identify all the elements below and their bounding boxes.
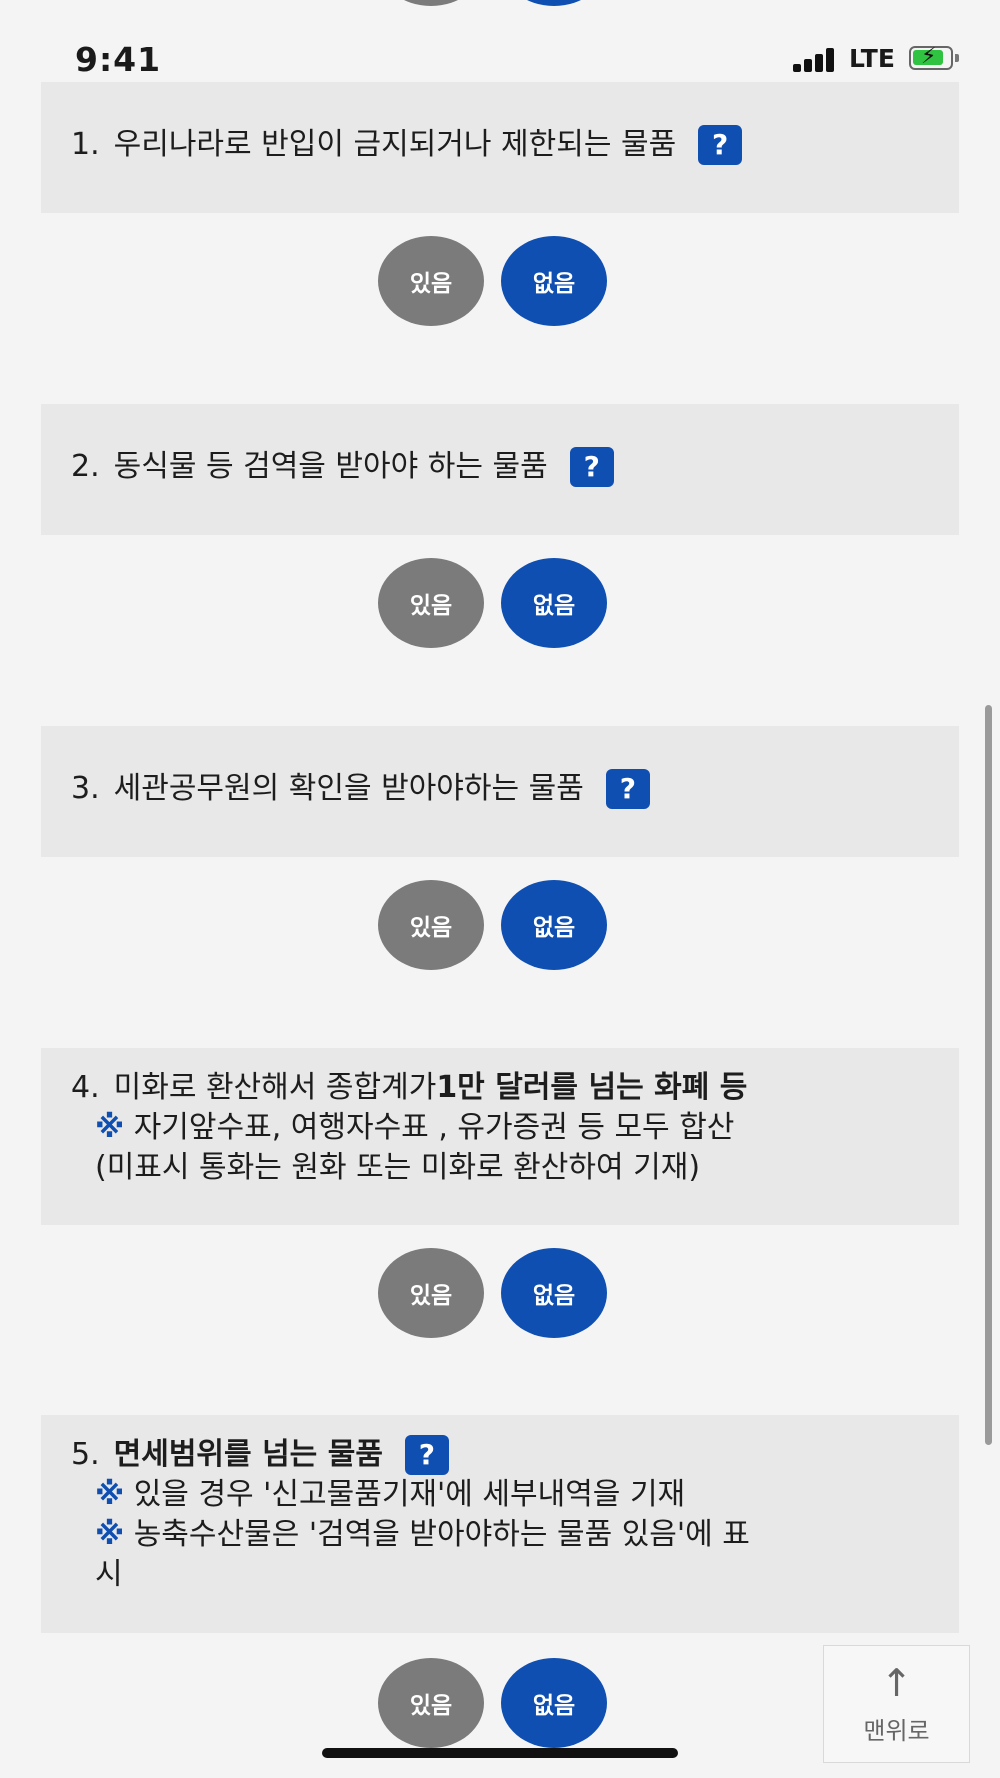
question-number: 4. bbox=[71, 1070, 100, 1105]
note-text: 농축수산물은 '검역을 받아야하는 물품 있음'에 표 bbox=[124, 1517, 750, 1552]
no-button[interactable]: 없음 bbox=[501, 880, 607, 970]
note-text: 자기앞수표, 여행자수표 , 유가증권 등 모두 합산 bbox=[124, 1110, 735, 1145]
status-bar: 9:41 LTE ⚡ bbox=[0, 36, 1000, 86]
network-type: LTE bbox=[849, 44, 895, 73]
question-number: 3. bbox=[71, 771, 100, 806]
question-text-emphasis: 면세범위를 넘는 물품 bbox=[113, 1437, 383, 1472]
app-screen: 9:41 LTE ⚡ 1. 우리나라로 반입이 금지되거나 제한되는 물품 ? … bbox=[0, 0, 1000, 1778]
help-icon[interactable]: ? bbox=[698, 125, 743, 165]
note-text: 있을 경우 '신고물품기재'에 세부내역을 기재 bbox=[124, 1477, 686, 1512]
note-text: 시 bbox=[95, 1557, 123, 1592]
question-card-5: 5. 면세범위를 넘는 물품 ? ※ 있을 경우 '신고물품기재'에 세부내역을… bbox=[41, 1415, 959, 1633]
yes-button[interactable]: 있음 bbox=[378, 1658, 484, 1748]
no-button[interactable]: 없음 bbox=[501, 1658, 607, 1748]
question-text: 미화로 환산해서 종합계가 bbox=[113, 1070, 437, 1105]
answer-buttons-3: 있음 없음 bbox=[378, 880, 608, 970]
no-button[interactable]: 없음 bbox=[501, 558, 607, 648]
note-text: (미표시 통화는 원화 또는 미화로 환산하여 기재) bbox=[95, 1150, 701, 1185]
yes-button[interactable]: 있음 bbox=[378, 880, 484, 970]
note-line: ※ 자기앞수표, 여행자수표 , 유가증권 등 모두 합산 bbox=[71, 1108, 939, 1148]
question-text: 우리나라로 반입이 금지되거나 제한되는 물품 bbox=[113, 127, 677, 162]
help-icon[interactable]: ? bbox=[404, 1435, 449, 1475]
question-card-4: 4. 미화로 환산해서 종합계가 1만 달러를 넘는 화폐 등 ※ 자기앞수표,… bbox=[41, 1048, 959, 1225]
note-line: ※ 있을 경우 '신고물품기재'에 세부내역을 기재 bbox=[71, 1475, 929, 1515]
answer-buttons-2: 있음 없음 bbox=[378, 558, 608, 648]
help-icon[interactable]: ? bbox=[605, 769, 650, 809]
help-icon[interactable]: ? bbox=[569, 447, 614, 487]
question-card-3: 3. 세관공무원의 확인을 받아야하는 물품 ? bbox=[41, 726, 959, 857]
question-card-2: 2. 동식물 등 검역을 받아야 하는 물품 ? bbox=[41, 404, 959, 535]
previous-yes-button[interactable] bbox=[378, 0, 484, 6]
arrow-up-icon: ↑ bbox=[880, 1660, 913, 1705]
back-to-top-button[interactable]: ↑ 맨위로 bbox=[823, 1645, 970, 1763]
question-number: 2. bbox=[71, 449, 100, 484]
note-mark: ※ bbox=[95, 1517, 125, 1552]
note-mark: ※ bbox=[95, 1477, 125, 1512]
question-card-1: 1. 우리나라로 반입이 금지되거나 제한되는 물품 ? bbox=[41, 82, 959, 213]
answer-buttons-1: 있음 없음 bbox=[378, 236, 608, 326]
question-text-emphasis: 1만 달러를 넘는 화폐 등 bbox=[436, 1070, 748, 1105]
no-button[interactable]: 없음 bbox=[501, 236, 607, 326]
yes-button[interactable]: 있음 bbox=[378, 1248, 484, 1338]
question-text: 동식물 등 검역을 받아야 하는 물품 bbox=[113, 449, 548, 484]
scrollbar[interactable] bbox=[985, 705, 992, 1445]
note-line: ※ 농축수산물은 '검역을 받아야하는 물품 있음'에 표 bbox=[71, 1515, 929, 1555]
previous-no-button[interactable] bbox=[501, 0, 607, 6]
question-number: 5. bbox=[71, 1437, 100, 1472]
question-number: 1. bbox=[71, 127, 100, 162]
answer-buttons-4: 있음 없음 bbox=[378, 1248, 608, 1338]
question-text: 세관공무원의 확인을 받아야하는 물품 bbox=[113, 771, 584, 806]
yes-button[interactable]: 있음 bbox=[378, 236, 484, 326]
answer-buttons-5: 있음 없음 bbox=[378, 1658, 608, 1748]
yes-button[interactable]: 있음 bbox=[378, 558, 484, 648]
no-button[interactable]: 없음 bbox=[501, 1248, 607, 1338]
note-mark: ※ bbox=[95, 1110, 125, 1145]
home-indicator[interactable] bbox=[322, 1748, 678, 1758]
signal-icon bbox=[793, 48, 841, 72]
status-time: 9:41 bbox=[75, 40, 162, 79]
back-to-top-label: 맨위로 bbox=[863, 1716, 930, 1745]
battery-charging-icon: ⚡ bbox=[909, 45, 959, 70]
